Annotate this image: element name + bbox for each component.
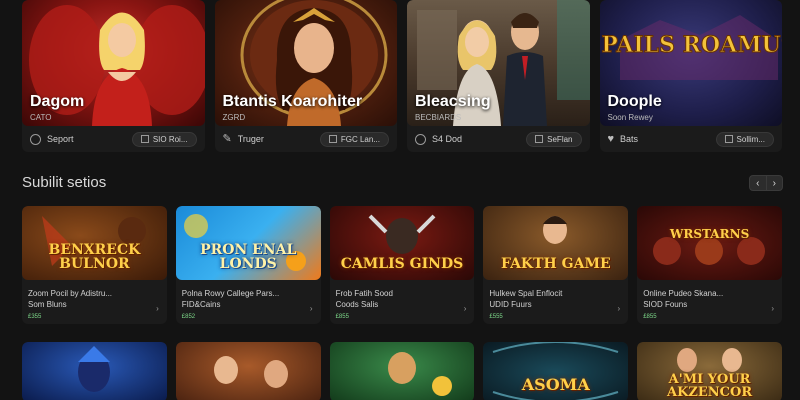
game-art[interactable]: FAKTH GAME xyxy=(483,206,629,280)
chevron-right-icon[interactable]: › xyxy=(618,304,621,313)
featured-card[interactable]: PAILS ROAMUS Doople Soon Rewey ♥ Bats Sol… xyxy=(599,0,782,152)
next-arrow-button[interactable]: › xyxy=(765,176,783,190)
game-art[interactable]: A'MI YOUR AKZENCOR xyxy=(637,342,782,400)
featured-meta: S4 Dod SeFlan xyxy=(415,130,582,148)
box-icon xyxy=(328,135,337,143)
game-title: Zoom Pocil by Adistru... xyxy=(28,289,113,298)
game-art[interactable]: PRON ENAL LONDS xyxy=(175,206,321,280)
featured-meta: Seport SIO Roi... xyxy=(30,130,197,148)
featured-pill-button[interactable]: SIO Roi... xyxy=(131,131,197,147)
chevron-right-icon[interactable]: › xyxy=(464,304,467,313)
featured-card[interactable]: Btantis Koarohiter ZGRD ✎ Truger FGC Lan.… xyxy=(214,0,397,152)
game-title: Online Pudeo Skana... xyxy=(643,289,724,298)
featured-pill-button[interactable]: SeFlan xyxy=(526,131,582,147)
featured-title: Bleacsing xyxy=(415,93,491,110)
heart-icon: ♥ xyxy=(607,132,615,145)
game-card[interactable]: CAMLIS GINDS Frob Fatih Sood Coods Salis … xyxy=(329,206,475,324)
featured-pill-button[interactable]: FGC Lan... xyxy=(319,131,389,147)
featured-meta-label: Truger xyxy=(237,134,264,144)
game-art[interactable] xyxy=(22,342,167,400)
featured-meta: ♥ Bats Sollim... xyxy=(607,130,774,148)
featured-title: Btantis Koarohiter xyxy=(222,93,363,110)
game-art[interactable]: CAMLIS GINDS xyxy=(329,206,475,280)
chevron-right-icon[interactable]: › xyxy=(771,304,774,313)
game-price-tag: £355 xyxy=(28,314,42,320)
game-card[interactable]: FAKTH GAME Hulkew Spal Enflocit UDID Fuur… xyxy=(483,206,629,324)
featured-meta: ✎ Truger FGC Lan... xyxy=(222,130,389,148)
featured-card[interactable]: Dagom CATO Seport SIO Roi... xyxy=(22,0,205,152)
game-card[interactable]: ASOMA xyxy=(483,342,629,400)
game-title: Hulkew Spal Enflocit xyxy=(489,289,563,298)
chevron-right-icon[interactable]: › xyxy=(310,304,313,313)
game-card[interactable]: BENXRECK BULNOR Zoom Pocil by Adistru...… xyxy=(22,206,167,324)
featured-pill-label: Sollim... xyxy=(736,134,765,144)
game-card[interactable] xyxy=(22,342,167,400)
featured-pill-label: SIO Roi... xyxy=(152,134,188,144)
game-provider: Som Bluns xyxy=(28,300,67,309)
featured-meta-label: Bats xyxy=(620,134,639,144)
chevron-right-icon[interactable]: › xyxy=(156,304,159,313)
featured-subtitle: CATO xyxy=(30,113,52,122)
game-logo: CAMLIS GINDS xyxy=(340,256,464,273)
game-card[interactable] xyxy=(175,342,321,400)
featured-title: Doople xyxy=(607,93,662,110)
game-logo: FAKTH GAME xyxy=(500,256,611,273)
featured-row: Dagom CATO Seport SIO Roi... Btantis Koa… xyxy=(22,0,782,152)
box-icon xyxy=(535,135,544,143)
featured-pill-label: FGC Lan... xyxy=(340,134,380,144)
games-row: BENXRECK BULNOR Zoom Pocil by Adistru...… xyxy=(22,206,782,324)
featured-card[interactable]: Bleacsing BECBIARDS S4 Dod SeFlan xyxy=(407,0,590,152)
box-icon xyxy=(140,135,149,143)
game-logo: BENXRECK BULNOR xyxy=(48,241,141,273)
game-title: Frob Fatih Sood xyxy=(335,289,393,298)
game-title: Polna Rowy Callege Pars... xyxy=(181,289,280,298)
casino-lobby: Dagom CATO Seport SIO Roi... Btantis Koa… xyxy=(0,0,800,400)
game-logo: PRON ENAL LONDS xyxy=(200,241,297,273)
game-card[interactable]: PRON ENAL LONDS Polna Rowy Callege Pars.… xyxy=(175,206,321,324)
game-card[interactable]: A'MI YOUR AKZENCOR xyxy=(637,342,782,400)
game-card[interactable] xyxy=(329,342,475,400)
game-logo: WRSTARNS xyxy=(669,227,750,241)
game-card[interactable]: WRSTARNS Online Pudeo Skana... SIOD Founs… xyxy=(637,206,782,324)
game-logo: ASOMA xyxy=(521,375,590,395)
game-logo: A'MI YOUR AKZENCOR xyxy=(667,371,753,400)
game-price-tag: £555 xyxy=(489,314,503,320)
circle-icon xyxy=(30,133,41,145)
game-provider: Coods Salis xyxy=(335,300,379,309)
featured-meta-label: Seport xyxy=(47,134,74,144)
box-icon xyxy=(724,135,733,143)
game-art[interactable] xyxy=(329,342,475,400)
carousel-nav: ‹ › xyxy=(749,175,783,191)
circle-icon xyxy=(415,133,426,145)
featured-pill-button[interactable]: Sollim... xyxy=(715,131,774,147)
game-art[interactable]: WRSTARNS xyxy=(637,206,782,280)
game-price-tag: £855 xyxy=(335,314,349,320)
featured-subtitle: ZGRD xyxy=(222,113,246,122)
featured-logo: PAILS ROAMUS xyxy=(601,32,782,58)
prev-arrow-button[interactable]: ‹ xyxy=(750,176,766,190)
featured-subtitle: Soon Rewey xyxy=(607,113,653,122)
game-art[interactable] xyxy=(175,342,321,400)
game-provider: FID&Cains xyxy=(181,300,221,309)
game-price-tag: £852 xyxy=(181,314,196,320)
game-price-tag: £855 xyxy=(643,314,657,320)
featured-meta-label: S4 Dod xyxy=(432,134,463,144)
game-provider: SIOD Founs xyxy=(643,300,688,309)
game-art[interactable]: BENXRECK BULNOR xyxy=(22,206,167,280)
section-title: Subilit setios xyxy=(22,174,107,191)
feather-icon: ✎ xyxy=(222,132,232,145)
games-row: ASOMA A'MI YOUR AKZENCOR xyxy=(22,342,782,400)
game-provider: UDID Fuurs xyxy=(489,300,532,309)
featured-subtitle: BECBIARDS xyxy=(415,113,462,122)
featured-pill-label: SeFlan xyxy=(547,134,573,144)
game-art[interactable]: ASOMA xyxy=(483,342,629,400)
featured-title: Dagom xyxy=(30,93,85,110)
